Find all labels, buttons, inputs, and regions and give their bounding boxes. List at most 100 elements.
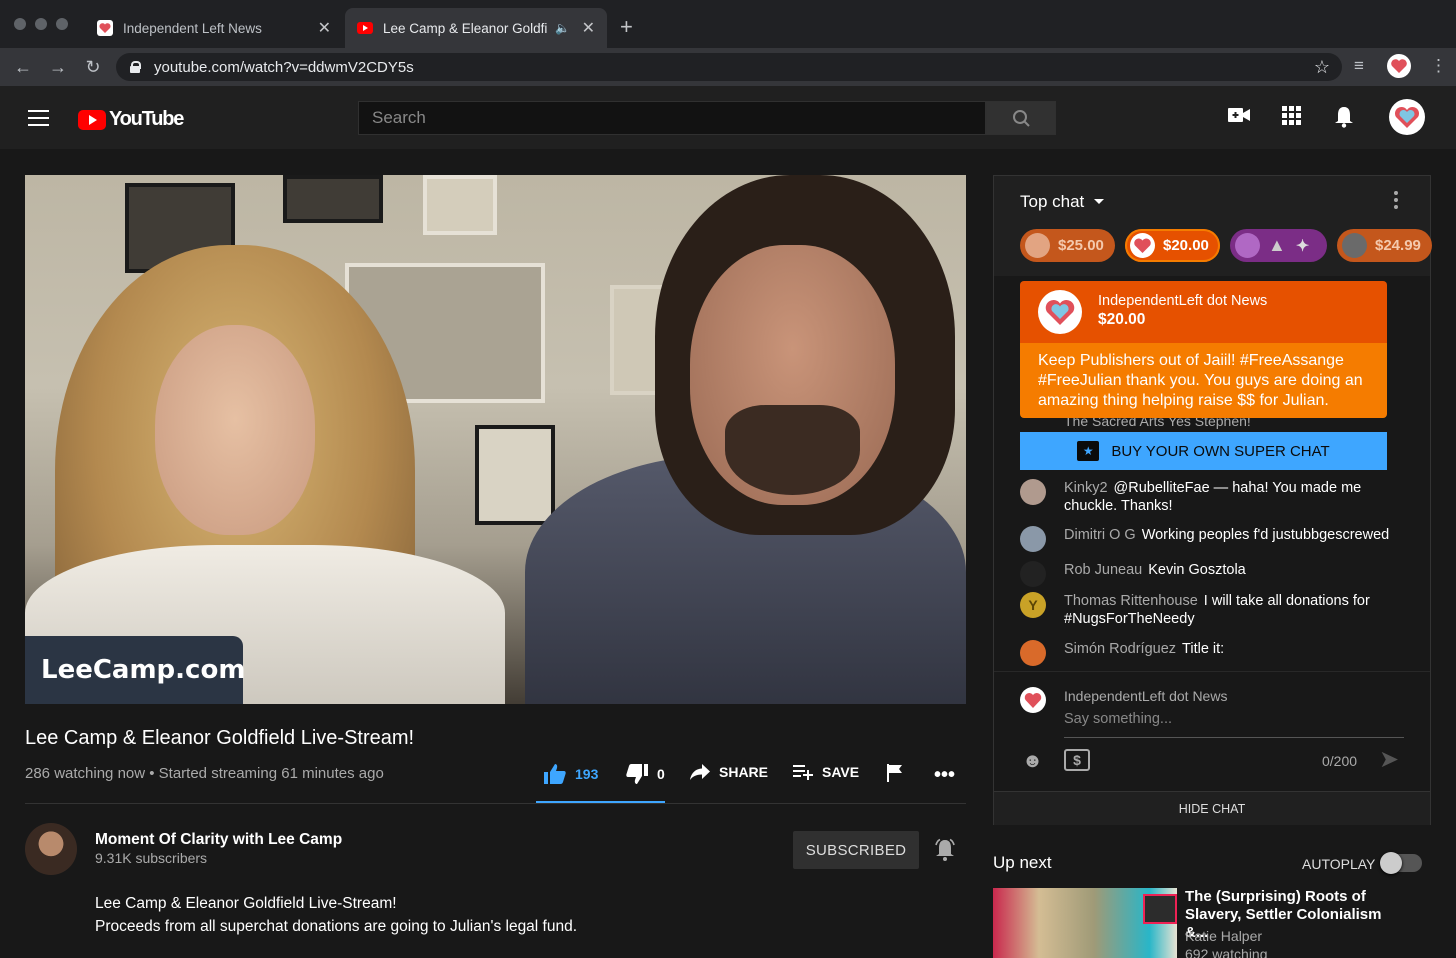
account-avatar[interactable]	[1389, 99, 1425, 135]
heart-avatar-icon	[1130, 233, 1155, 258]
notifications-bell-icon[interactable]	[1334, 106, 1354, 128]
close-tab-icon[interactable]: ✕	[582, 18, 595, 38]
chat-message[interactable]: Kinky2 @RubelliteFae — haha! You made me …	[1020, 479, 1400, 515]
chat-message[interactable]: Rob Juneau Kevin Gosztola	[1020, 561, 1400, 587]
browser-tab-independent-left[interactable]: Independent Left News ✕	[85, 8, 343, 48]
ticker-amount: $25.00	[1058, 237, 1104, 254]
youtube-play-icon	[78, 109, 106, 130]
user-avatar-icon	[1342, 233, 1367, 258]
report-button[interactable]	[887, 764, 903, 782]
chat-menu-icon[interactable]	[1394, 191, 1398, 209]
speaker-icon[interactable]: 🔈	[555, 21, 570, 35]
message-text: Kevin Gosztola	[1148, 562, 1246, 578]
buy-superchat-button[interactable]: ★ BUY YOUR OWN SUPER CHAT	[1020, 432, 1387, 470]
chat-input[interactable]: Say something...	[1064, 711, 1404, 738]
window-zoom-dot[interactable]	[56, 18, 68, 30]
share-arrow-icon	[690, 764, 710, 780]
search-button[interactable]	[986, 101, 1056, 135]
app-root: Independent Left News ✕ Lee Camp & Elean…	[0, 0, 1456, 958]
youtube-masthead: YouTube Search	[0, 86, 1456, 149]
emoji-icon[interactable]: ☻	[1022, 750, 1043, 773]
user-avatar	[1020, 479, 1046, 505]
like-button[interactable]: 193	[544, 764, 598, 784]
sparkle-icon: ✦	[1295, 237, 1310, 255]
more-actions-icon[interactable]: •••	[934, 764, 955, 787]
search-icon	[1013, 110, 1030, 127]
close-tab-icon[interactable]: ✕	[318, 18, 331, 38]
lock-icon	[130, 61, 141, 73]
like-count: 193	[575, 766, 599, 782]
superchat-amount: $20.00	[1098, 311, 1146, 328]
chat-message[interactable]: Dimitri O G Working peoples f'd justubbge…	[1020, 526, 1400, 552]
youtube-logo[interactable]: YouTube	[78, 108, 184, 131]
media-control-icon[interactable]: ≡	[1354, 56, 1364, 76]
superchat-dollar-icon[interactable]: $	[1064, 749, 1090, 771]
chat-composer: IndependentLeft dot News Say something..…	[994, 671, 1430, 791]
chat-message[interactable]: Y Thomas Rittenhouse I will take all dona…	[1020, 592, 1400, 628]
back-arrow-icon[interactable]: ←	[13, 57, 33, 77]
window-minimize-dot[interactable]	[35, 18, 47, 30]
message-author: Simón Rodríguez	[1064, 641, 1177, 657]
message-author: Rob Juneau	[1064, 562, 1143, 578]
chat-mode-dropdown[interactable]: Top chat	[1020, 192, 1104, 212]
message-author: Thomas Rittenhouse	[1064, 593, 1198, 609]
save-button[interactable]: SAVE	[793, 764, 859, 780]
create-video-icon[interactable]	[1228, 106, 1250, 124]
profile-avatar-icon[interactable]	[1387, 54, 1411, 78]
tab-title: Lee Camp & Eleanor Goldfi	[383, 20, 548, 36]
share-button[interactable]: SHARE	[690, 764, 768, 780]
reload-icon[interactable]: ↻	[83, 57, 103, 77]
composer-name: IndependentLeft dot News	[1064, 688, 1228, 704]
up-next-heading: Up next	[993, 853, 1052, 872]
apps-grid-icon[interactable]	[1282, 106, 1302, 126]
playlist-add-icon	[793, 765, 813, 780]
dislike-count: 0	[657, 766, 665, 782]
hamburger-menu-icon[interactable]	[28, 110, 49, 126]
video-player[interactable]: LeeCamp.com	[25, 175, 966, 704]
channel-name[interactable]: Moment Of Clarity with Lee Camp	[95, 831, 342, 849]
autoplay-toggle[interactable]	[1380, 852, 1422, 874]
video-title: Lee Camp & Eleanor Goldfield Live-Stream…	[25, 727, 415, 749]
ticker-item[interactable]: $25.00	[1020, 229, 1115, 262]
hat-emoji-icon: ▲	[1268, 235, 1286, 255]
browser-toolbar: ← → ↻ youtube.com/watch?v=ddwmV2CDY5s ☆ …	[0, 48, 1456, 86]
chat-messages: The Sacred Arts Yes Stephen! Independent…	[994, 276, 1430, 767]
wall-sketch	[423, 175, 497, 235]
bookmark-star-icon[interactable]: ☆	[1314, 57, 1330, 78]
address-bar[interactable]: youtube.com/watch?v=ddwmV2CDY5s ☆	[116, 53, 1342, 81]
wall-portrait	[475, 425, 555, 525]
new-tab-button[interactable]: +	[620, 14, 633, 40]
video-stats: 286 watching now • Started streaming 61 …	[25, 765, 384, 782]
user-avatar: Y	[1020, 592, 1046, 618]
superchat-card[interactable]: IndependentLeft dot News $20.00 Keep Pub…	[1020, 281, 1387, 418]
subscribed-button[interactable]: SUBSCRIBED	[793, 831, 919, 869]
send-icon[interactable]: ➤	[1379, 745, 1399, 774]
notification-bell-icon[interactable]	[933, 838, 957, 862]
recommended-channel[interactable]: Katie Halper	[1185, 928, 1262, 944]
channel-avatar[interactable]	[25, 823, 77, 875]
ticker-item-active[interactable]: $20.00	[1125, 229, 1220, 262]
ticker-item[interactable]: ▲ ✦	[1230, 229, 1327, 262]
hide-chat-button[interactable]: HIDE CHAT	[994, 791, 1430, 825]
dislike-button[interactable]: 0	[626, 764, 665, 784]
browser-tab-youtube[interactable]: Lee Camp & Eleanor Goldfi 🔈 ✕	[345, 8, 607, 48]
video-lower-third: LeeCamp.com	[25, 636, 246, 704]
chat-message[interactable]: Simón Rodríguez Title it:	[1020, 640, 1400, 666]
search-input[interactable]: Search	[358, 101, 986, 135]
subscriber-count: 9.31K subscribers	[95, 850, 208, 866]
message-author: Kinky2	[1064, 480, 1108, 496]
live-chat-panel: Top chat $25.00 $20.00 ▲ ✦ $24.99 The Sa…	[993, 175, 1432, 825]
tab-title: Independent Left News	[123, 20, 262, 36]
chat-header: Top chat $25.00 $20.00 ▲ ✦ $24.99	[994, 176, 1432, 276]
message-text: Working peoples f'd justubbgescrewed	[1141, 527, 1390, 543]
lower-third-text: LeeCamp.com	[41, 655, 246, 685]
ticker-item[interactable]: $24.99	[1337, 229, 1432, 262]
video-description: Lee Camp & Eleanor Goldfield Live-Stream…	[95, 892, 577, 938]
youtube-wordmark: YouTube	[109, 108, 184, 130]
ticker-amount: $20.00	[1163, 237, 1209, 254]
recommended-thumbnail[interactable]	[993, 888, 1177, 958]
autoplay-label: AUTOPLAY	[1302, 856, 1376, 872]
browser-menu-icon[interactable]: ⋮	[1430, 56, 1447, 76]
forward-arrow-icon[interactable]: →	[48, 57, 68, 77]
window-close-dot[interactable]	[14, 18, 26, 30]
